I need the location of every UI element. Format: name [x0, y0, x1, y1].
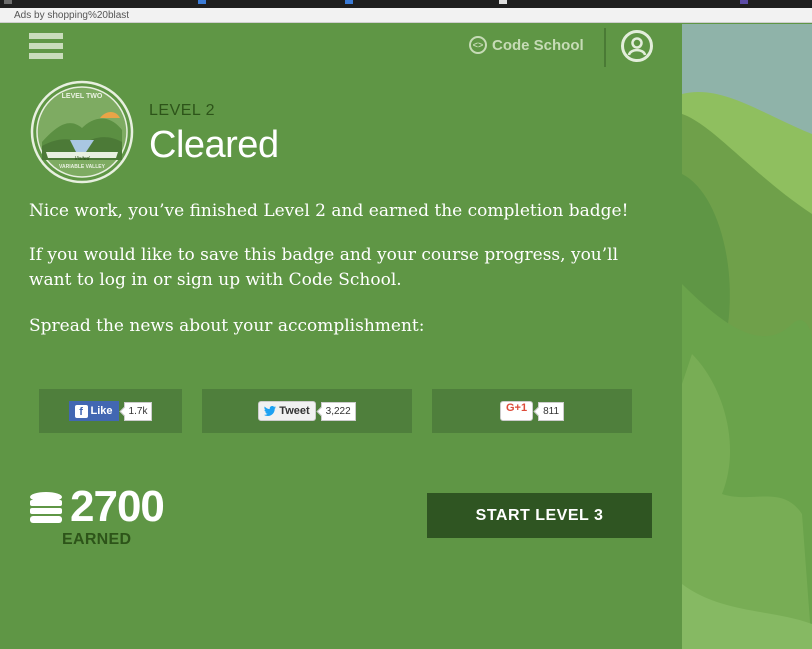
facebook-like-count: 1.7k: [123, 401, 153, 421]
twitter-share-box: Tweet 3,222: [202, 389, 412, 433]
tweet-label: Tweet: [279, 405, 310, 417]
logo-text: Code School: [492, 36, 584, 54]
start-level-3-button[interactable]: START LEVEL 3: [427, 493, 652, 538]
tab-fragment: [345, 0, 353, 4]
level-label: LEVEL 2: [149, 102, 216, 119]
save-progress-message: If you would like to save this badge and…: [29, 245, 619, 290]
user-icon[interactable]: [621, 30, 653, 62]
level-badge: LEVEL TWO Visited VARIABLE VALLEY: [30, 80, 134, 184]
header-divider: [604, 28, 606, 67]
facebook-like-label: Like: [90, 405, 113, 417]
google-plus-count: 811: [538, 401, 565, 421]
browser-top-strip: [0, 0, 812, 8]
tab-fragment: [740, 0, 748, 4]
facebook-share-box: f Like 1.7k: [39, 389, 182, 433]
tweet-button[interactable]: Tweet 3,222: [258, 401, 356, 421]
hamburger-icon[interactable]: [29, 33, 63, 62]
level-complete-panel: <> Code School LEVEL TWO Visited VARIABL…: [0, 24, 682, 649]
facebook-icon: f: [74, 404, 88, 418]
google-share-box: G+1 811: [432, 389, 632, 433]
google-plus-one-button[interactable]: G+1 811: [499, 401, 565, 421]
code-brackets-icon: <>: [469, 36, 487, 54]
twitter-bird-icon: [264, 406, 277, 416]
page-title: Cleared: [149, 124, 279, 166]
tweet-count: 3,222: [320, 401, 356, 421]
completion-message: Nice work, you’ve finished Level 2 and e…: [29, 201, 629, 221]
share-prompt: Spread the news about your accomplishmen…: [29, 316, 425, 336]
tab-fragment: [499, 0, 507, 4]
google-plus-label: G+1: [499, 401, 534, 421]
tab-fragment: [4, 0, 12, 4]
coin-stack-icon: [30, 492, 62, 523]
background-landscape-art: [682, 24, 812, 649]
badge-bottom-text: VARIABLE VALLEY: [59, 164, 105, 170]
tab-fragment: [198, 0, 206, 4]
badge-script-text: Visited: [74, 156, 90, 162]
earned-label: EARNED: [62, 531, 132, 548]
code-school-logo[interactable]: <> Code School: [469, 34, 584, 56]
facebook-like-button[interactable]: f Like 1.7k: [68, 401, 153, 421]
badge-top-text: LEVEL TWO: [61, 93, 103, 100]
ads-bar: Ads by shopping%20blast: [0, 8, 812, 23]
points-value: 2700: [70, 482, 165, 531]
